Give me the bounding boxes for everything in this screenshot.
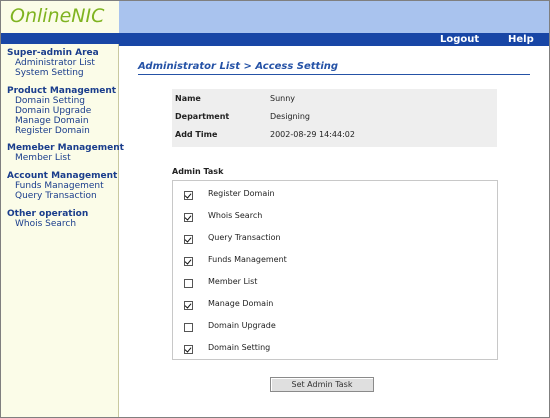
app-window: OnlineNIC Logout Help Super-admin Area A… (0, 0, 550, 418)
top-nav-bar: Logout Help (119, 33, 549, 46)
task-checkbox[interactable] (184, 301, 193, 310)
page-title: Administrator List > Access Setting (138, 61, 339, 72)
sidebar-item-domain-upgrade[interactable]: Domain Upgrade (15, 106, 91, 116)
admin-task-list: Register Domain Whois Search Query Trans… (172, 180, 498, 360)
task-row: Domain Setting (173, 342, 497, 360)
logout-link[interactable]: Logout (440, 33, 479, 46)
sidebar-item-administrator-list[interactable]: Administrator List (15, 58, 95, 68)
task-row: Whois Search (173, 210, 497, 228)
title-divider (138, 74, 530, 75)
task-checkbox[interactable] (184, 257, 193, 266)
info-label-name: Name (175, 94, 201, 103)
task-checkbox[interactable] (184, 323, 193, 332)
info-label-department: Department (175, 112, 230, 121)
sidebar-item-register-domain[interactable]: Register Domain (15, 126, 90, 136)
task-label: Domain Setting (208, 343, 271, 352)
sidebar-item-system-setting[interactable]: System Setting (15, 68, 84, 78)
task-label: Query Transaction (208, 233, 281, 242)
task-label: Funds Management (208, 255, 287, 264)
task-checkbox[interactable] (184, 213, 193, 222)
task-checkbox[interactable] (184, 345, 193, 354)
task-checkbox[interactable] (184, 279, 193, 288)
help-link[interactable]: Help (508, 33, 534, 46)
admin-task-heading: Admin Task (172, 167, 224, 176)
sidebar-item-manage-domain[interactable]: Manage Domain (15, 116, 89, 126)
task-label: Member List (208, 277, 258, 286)
set-admin-task-button[interactable]: Set Admin Task (270, 377, 374, 392)
sidebar-section-account-management: Account Management (7, 171, 118, 181)
sidebar: Super-admin Area Administrator List Syst… (1, 44, 124, 417)
sidebar-header-bar (1, 33, 119, 74)
sidebar-item-query-transaction[interactable]: Query Transaction (15, 191, 97, 201)
task-row: Query Transaction (173, 232, 497, 250)
task-label: Domain Upgrade (208, 321, 276, 330)
sidebar-item-funds-management[interactable]: Funds Management (15, 181, 104, 191)
task-row: Domain Upgrade (173, 320, 497, 338)
sidebar-item-whois-search[interactable]: Whois Search (15, 219, 76, 229)
sidebar-section-super-admin: Super-admin Area (7, 48, 99, 58)
sidebar-section-member-management: Memeber Management (7, 143, 124, 153)
task-row: Funds Management (173, 254, 497, 272)
task-checkbox[interactable] (184, 191, 193, 200)
task-row: Manage Domain (173, 298, 497, 316)
info-value-department: Designing (270, 112, 310, 121)
sidebar-item-member-list[interactable]: Member List (15, 153, 71, 163)
task-label: Whois Search (208, 211, 263, 220)
sidebar-section-other-operation: Other operation (7, 209, 89, 219)
info-label-add-time: Add Time (175, 130, 218, 139)
task-label: Register Domain (208, 189, 275, 198)
header-banner (119, 1, 549, 33)
task-checkbox[interactable] (184, 235, 193, 244)
admin-info-panel: Name Sunny Department Designing Add Time… (172, 89, 497, 147)
logo-area: OnlineNIC (1, 1, 120, 33)
info-value-name: Sunny (270, 94, 296, 103)
sidebar-section-product-management: Product Management (7, 86, 117, 96)
info-value-add-time: 2002-08-29 14:44:02 (270, 130, 355, 139)
logo[interactable]: OnlineNIC (10, 5, 104, 27)
task-row: Member List (173, 276, 497, 294)
task-label: Manage Domain (208, 299, 274, 308)
sidebar-item-domain-setting[interactable]: Domain Setting (15, 96, 85, 106)
task-row: Register Domain (173, 188, 497, 206)
